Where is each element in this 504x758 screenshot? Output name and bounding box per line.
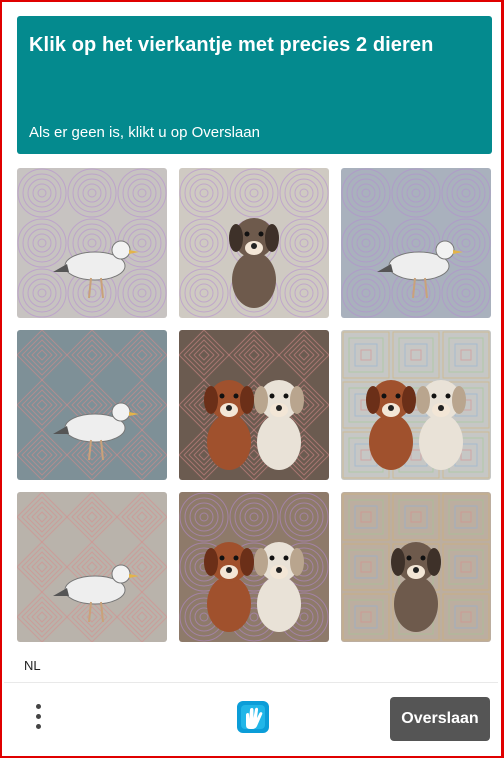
challenge-image-tile[interactable]	[179, 492, 329, 642]
challenge-image-tile[interactable]	[17, 168, 167, 318]
hcaptcha-logo-icon	[233, 699, 273, 735]
challenge-image-tile[interactable]	[179, 330, 329, 480]
challenge-prompt: Klik op het vierkantje met precies 2 die…	[29, 34, 434, 56]
challenge-image-tile[interactable]	[341, 168, 491, 318]
skip-button[interactable]: Overslaan	[390, 697, 490, 741]
footer-divider	[4, 682, 498, 683]
challenge-image-tile[interactable]	[17, 492, 167, 642]
vertical-dots-icon[interactable]	[30, 700, 48, 734]
challenge-image-tile[interactable]	[17, 330, 167, 480]
language-indicator[interactable]: NL	[24, 658, 41, 673]
challenge-hint: Als er geen is, klikt u op Overslaan	[29, 124, 260, 141]
captcha-frame: Klik op het vierkantje met precies 2 die…	[0, 0, 504, 758]
challenge-image-tile[interactable]	[341, 330, 491, 480]
challenge-image-tile[interactable]	[179, 168, 329, 318]
challenge-header: Klik op het vierkantje met precies 2 die…	[17, 16, 492, 154]
challenge-image-tile[interactable]	[341, 492, 491, 642]
